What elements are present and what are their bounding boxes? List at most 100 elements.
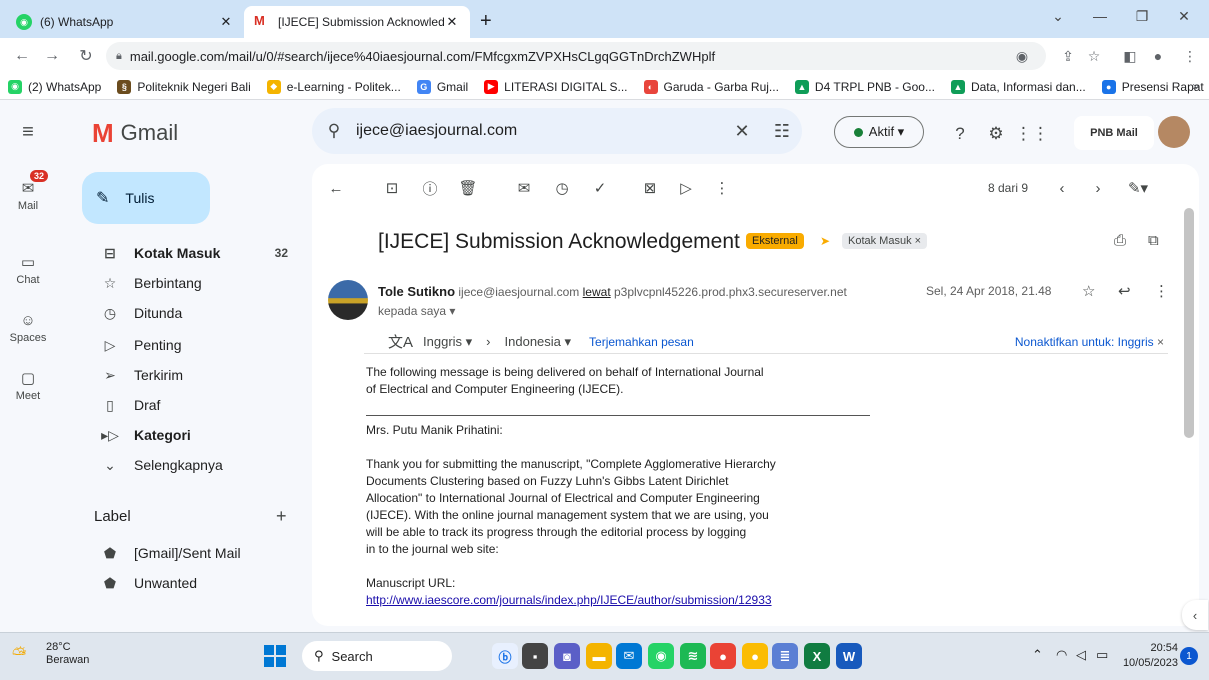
- add-task-icon[interactable]: ✓: [588, 176, 612, 200]
- bookmark-item[interactable]: ▶ LITERASI DIGITAL S...: [484, 79, 628, 94]
- archive-icon[interactable]: ⊡: [380, 176, 404, 200]
- avatar[interactable]: [1158, 116, 1190, 148]
- input-tools-icon[interactable]: ✎▾: [1126, 176, 1150, 200]
- clear-search-icon[interactable]: ✕: [722, 121, 762, 142]
- status-chip[interactable]: Aktif ▾: [834, 116, 924, 148]
- taskbar-app-b-icon[interactable]: ⓑ: [492, 643, 518, 669]
- share-icon[interactable]: ⇪: [1056, 44, 1080, 68]
- close-icon[interactable]: ×: [1157, 335, 1164, 349]
- source-language-select[interactable]: Inggris ▾: [423, 334, 472, 350]
- weather-widget[interactable]: ⛅︎ 28°C Berawan: [12, 641, 89, 667]
- more-icon[interactable]: ⋮: [1154, 282, 1169, 300]
- newer-icon[interactable]: ‹: [1050, 176, 1074, 200]
- taskbar-chrome-profile-icon[interactable]: ●: [742, 643, 768, 669]
- bookmark-item[interactable]: ◆ e-Learning - Politek...: [266, 79, 401, 94]
- taskbar-whatsapp-icon[interactable]: ◉: [648, 643, 674, 669]
- nav-item-starred[interactable]: ☆ Berbintang: [82, 268, 302, 298]
- taskbar-excel-icon[interactable]: X: [804, 643, 830, 669]
- new-tab-button[interactable]: +: [480, 10, 492, 33]
- scrollbar[interactable]: [1184, 208, 1194, 438]
- move-to-icon[interactable]: ⊠: [638, 176, 662, 200]
- gear-icon[interactable]: ⚙: [982, 120, 1010, 148]
- taskbar-chrome-icon[interactable]: ●: [710, 643, 736, 669]
- bookmark-item[interactable]: § Politeknik Negeri Bali: [117, 79, 251, 94]
- side-panel-toggle-icon[interactable]: ‹: [1182, 600, 1208, 630]
- bookmark-item[interactable]: ▲ Data, Informasi dan...: [950, 79, 1086, 94]
- nav-item-categories[interactable]: ▸▷ Kategori: [82, 420, 302, 450]
- sender-avatar[interactable]: [328, 280, 368, 320]
- bookmark-item[interactable]: ◉ (2) WhatsApp: [8, 79, 101, 94]
- mark-unread-icon[interactable]: ✉: [512, 176, 536, 200]
- search-icon[interactable]: ⚲: [312, 121, 356, 141]
- taskbar-search[interactable]: ⚲ Search: [302, 641, 452, 671]
- inbox-label-chip[interactable]: Kotak Masuk ×: [842, 233, 928, 249]
- volume-icon[interactable]: ◁: [1076, 647, 1086, 663]
- report-spam-icon[interactable]: ⓘ: [418, 176, 442, 200]
- target-language-select[interactable]: Indonesia ▾: [505, 334, 572, 350]
- older-icon[interactable]: ›: [1086, 176, 1110, 200]
- open-new-window-icon[interactable]: ⧉: [1148, 232, 1159, 249]
- gmail-logo[interactable]: M Gmail: [92, 120, 178, 146]
- label-item-sent-mail[interactable]: ⬟ [Gmail]/Sent Mail: [82, 538, 302, 568]
- disable-translate-link[interactable]: Nonaktifkan untuk: Inggris ×: [1015, 335, 1164, 349]
- bookmark-item[interactable]: ◐ Garuda - Garba Ruj...: [643, 79, 779, 94]
- windows-start-icon[interactable]: [264, 645, 286, 667]
- bookmark-item[interactable]: G Gmail: [416, 79, 468, 94]
- add-label-button[interactable]: +: [276, 506, 287, 527]
- taskbar-folder-icon[interactable]: ▬: [586, 643, 612, 669]
- close-icon[interactable]: ✕: [218, 14, 234, 30]
- bookmark-item[interactable]: ▲ D4 TRPL PNB - Goo...: [794, 79, 935, 94]
- battery-icon[interactable]: ▭: [1096, 647, 1108, 663]
- nav-item-inbox[interactable]: ⊟ Kotak Masuk 32: [82, 238, 302, 268]
- nav-item-sent[interactable]: ➢ Terkirim: [82, 360, 302, 390]
- window-close-icon[interactable]: ✕: [1162, 0, 1206, 32]
- tab-gmail[interactable]: [IJECE] Submission Acknowledge ✕: [244, 6, 470, 38]
- bookmark-item[interactable]: ● Presensi Rapat: [1101, 79, 1204, 94]
- apps-grid-icon[interactable]: ⋮⋮: [1015, 120, 1049, 148]
- forward-icon[interactable]: →: [40, 44, 64, 68]
- importance-marker-icon[interactable]: ➤: [820, 234, 830, 248]
- minimize-icon[interactable]: —: [1078, 0, 1122, 32]
- label-item-unwanted[interactable]: ⬟ Unwanted: [82, 568, 302, 598]
- label-icon[interactable]: ▷: [674, 176, 698, 200]
- print-icon[interactable]: ⎙: [1114, 232, 1126, 249]
- taskbar-mail-icon[interactable]: ✉: [616, 643, 642, 669]
- nav-item-more[interactable]: ⌄ Selengkapnya: [82, 450, 302, 480]
- help-icon[interactable]: ?: [946, 120, 974, 148]
- close-icon[interactable]: ✕: [444, 14, 460, 30]
- nav-item-drafts[interactable]: ▯ Draf: [82, 390, 302, 420]
- profile-avatar[interactable]: ●: [1146, 44, 1170, 68]
- notification-badge[interactable]: 1: [1180, 647, 1198, 665]
- search-options-icon[interactable]: ☷: [762, 121, 802, 142]
- rail-mail[interactable]: ✉ 32 Mail: [0, 170, 56, 212]
- restore-icon[interactable]: ❐: [1120, 0, 1164, 32]
- back-to-list-icon[interactable]: ←: [324, 176, 348, 200]
- nav-item-important[interactable]: ▷ Penting: [82, 330, 302, 360]
- via-link[interactable]: lewat: [583, 285, 611, 299]
- back-icon[interactable]: ←: [10, 44, 34, 68]
- sidepanel-icon[interactable]: ◧: [1118, 44, 1142, 68]
- rail-chat[interactable]: ▭ Chat: [0, 250, 56, 286]
- translate-message-link[interactable]: Terjemahkan pesan: [589, 335, 694, 349]
- reload-icon[interactable]: ↻: [74, 44, 98, 68]
- delete-icon[interactable]: 🗑︎: [456, 176, 480, 200]
- rail-spaces[interactable]: ☺ Spaces: [0, 308, 56, 345]
- wifi-icon[interactable]: ◠: [1056, 647, 1067, 663]
- bookmarks-more-icon[interactable]: »: [1192, 79, 1199, 93]
- manuscript-url-link[interactable]: http://www.iaescore.com/journals/index.p…: [366, 593, 772, 607]
- star-icon[interactable]: ☆: [1082, 282, 1095, 300]
- sender-name[interactable]: Tole Sutikno: [378, 284, 455, 299]
- tab-whatsapp[interactable]: ◉ (6) WhatsApp ✕: [6, 6, 244, 38]
- address-bar[interactable]: 🔒︎ mail.google.com/mail/u/0/#search/ijec…: [106, 42, 1046, 70]
- recipient-toggle[interactable]: kepada saya ▾: [378, 304, 455, 318]
- taskbar-word-icon[interactable]: W: [836, 643, 862, 669]
- compose-button[interactable]: ✎ Tulis: [82, 172, 210, 224]
- hamburger-menu-icon[interactable]: ≡: [8, 112, 48, 152]
- reply-icon[interactable]: ↩: [1118, 282, 1131, 300]
- taskbar-notepad-icon[interactable]: ≣: [772, 643, 798, 669]
- snooze-icon[interactable]: ◷: [550, 176, 574, 200]
- taskbar-teams-icon[interactable]: ◙: [554, 643, 580, 669]
- eye-icon[interactable]: ◉: [1010, 44, 1034, 68]
- taskbar-app-task-view-icon[interactable]: ▪: [522, 643, 548, 669]
- tab-search-icon[interactable]: ⌄: [1036, 0, 1080, 32]
